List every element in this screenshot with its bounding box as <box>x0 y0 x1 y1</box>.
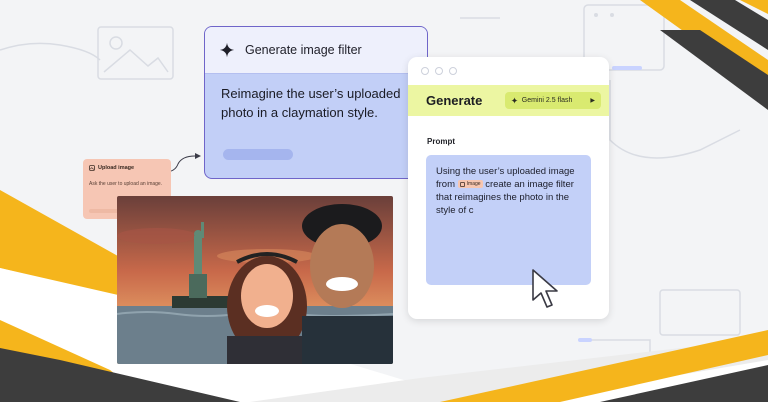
prompt-input[interactable]: Using the user’s uploaded image from Ima… <box>426 155 591 285</box>
upload-node-description: Ask the user to upload an image. <box>89 181 163 187</box>
filter-card-placeholder-bar <box>223 149 293 160</box>
mouse-pointer-icon <box>532 269 558 308</box>
window-dot <box>449 67 457 75</box>
filter-card-description: Reimagine the user’s uploaded photo in a… <box>221 86 401 120</box>
image-chip-label: Image <box>466 181 481 188</box>
window-controls <box>408 57 609 85</box>
image-node-icon <box>459 182 465 187</box>
image-node-icon <box>89 165 95 171</box>
upload-node-header: Upload image <box>89 165 165 171</box>
claymation-photo <box>117 196 393 364</box>
image-reference-chip[interactable]: Image <box>457 180 483 189</box>
filter-card-title: Generate image filter <box>245 43 362 57</box>
generate-image-filter-card[interactable]: Generate image filter Reimagine the user… <box>204 26 428 179</box>
window-dot <box>421 67 429 75</box>
upload-node-title: Upload image <box>98 165 135 171</box>
model-name: Gemini 2.5 flash <box>521 97 573 104</box>
generate-title: Generate <box>426 93 483 108</box>
generate-window[interactable]: Generate Gemini 2.5 flash ▶ Prompt Using… <box>408 57 609 319</box>
sparkle-icon <box>511 97 518 104</box>
window-dot <box>435 67 443 75</box>
sparkle-icon <box>219 42 235 58</box>
play-icon: ▶ <box>590 98 595 104</box>
prompt-label: Prompt <box>427 137 455 146</box>
model-selector-button[interactable]: Gemini 2.5 flash ▶ <box>504 92 601 109</box>
filter-card-header: Generate image filter <box>205 27 427 74</box>
generate-toolbar: Generate Gemini 2.5 flash ▶ <box>408 85 609 116</box>
prompt-text-part2: create an image filter that reimagines t… <box>436 179 574 216</box>
